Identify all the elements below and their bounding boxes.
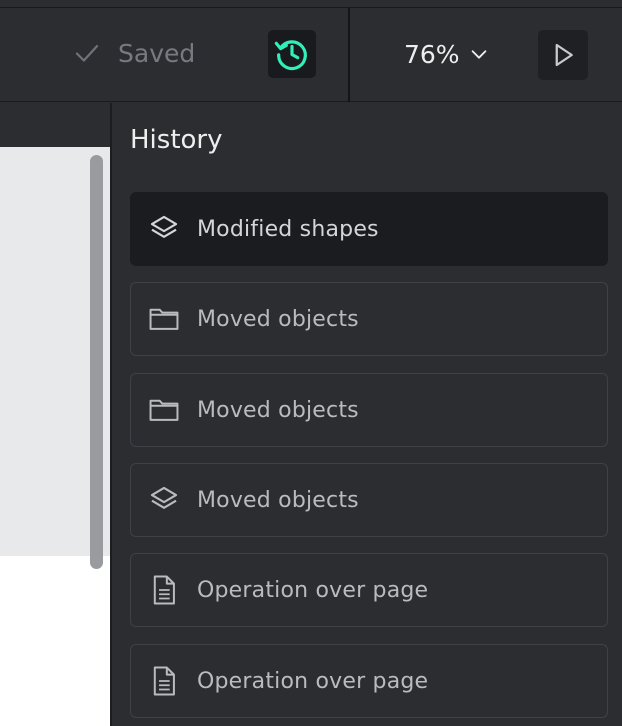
history-entry[interactable]: Operation over page bbox=[130, 644, 608, 718]
history-entry-label: Operation over page bbox=[197, 577, 429, 603]
page-icon bbox=[147, 664, 181, 698]
history-toggle-button[interactable] bbox=[268, 30, 316, 78]
view-mode-button[interactable] bbox=[538, 30, 588, 80]
zoom-dropdown[interactable]: 76% bbox=[404, 36, 490, 72]
canvas-scrollbar[interactable] bbox=[90, 155, 103, 569]
history-entry-label: Moved objects bbox=[197, 397, 359, 423]
chevron-down-icon bbox=[471, 50, 486, 59]
history-panel: History Modified shapes Moved objects Mo… bbox=[110, 103, 622, 726]
layers-icon bbox=[147, 483, 181, 517]
history-icon bbox=[274, 40, 307, 71]
folder-icon bbox=[147, 302, 181, 336]
layers-icon bbox=[147, 212, 181, 246]
check-icon bbox=[75, 45, 99, 62]
design-canvas[interactable] bbox=[0, 103, 110, 726]
history-entry-label: Operation over page bbox=[197, 668, 429, 694]
toolbar-divider bbox=[348, 8, 350, 102]
history-entry[interactable]: Operation over page bbox=[130, 553, 608, 627]
history-entry-label: Moved objects bbox=[197, 306, 359, 332]
history-entry[interactable]: Modified shapes bbox=[130, 192, 608, 266]
history-panel-title: History bbox=[130, 125, 223, 155]
folder-icon bbox=[147, 393, 181, 427]
history-entry[interactable]: Moved objects bbox=[130, 463, 608, 537]
save-status: Saved bbox=[72, 36, 195, 70]
history-entry-label: Moved objects bbox=[197, 487, 359, 513]
page-icon bbox=[147, 573, 181, 607]
zoom-level: 76% bbox=[404, 39, 460, 69]
canvas-ruler bbox=[0, 103, 110, 147]
play-icon bbox=[555, 43, 573, 67]
top-toolbar: Saved 76% bbox=[0, 0, 622, 102]
history-entry[interactable]: Moved objects bbox=[130, 373, 608, 447]
history-entry[interactable]: Moved objects bbox=[130, 282, 608, 356]
save-status-label: Saved bbox=[118, 38, 196, 68]
toolbar-top-edge bbox=[0, 0, 622, 8]
history-entry-label: Modified shapes bbox=[197, 216, 379, 242]
